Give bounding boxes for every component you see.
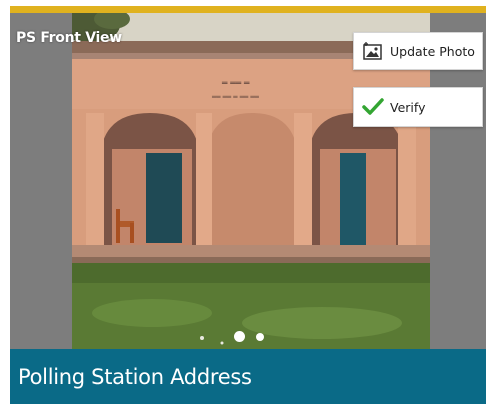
check-icon bbox=[362, 97, 384, 117]
svg-text:══ ══ ═ ══ ══: ══ ══ ═ ══ ══ bbox=[211, 93, 260, 101]
verify-button[interactable]: Verify bbox=[353, 87, 483, 127]
polling-station-card: ═ ══ ═ ══ ══ ═ ══ ══ PS Front View Updat… bbox=[10, 6, 486, 404]
accent-bar bbox=[10, 6, 486, 13]
photo-title: PS Front View bbox=[16, 30, 122, 46]
photo-carousel[interactable]: ═ ══ ═ ══ ══ ═ ══ ══ PS Front View Updat… bbox=[10, 13, 486, 349]
pager-dot[interactable] bbox=[256, 333, 264, 341]
update-photo-label: Update Photo bbox=[390, 43, 475, 59]
image-upload-icon bbox=[362, 41, 384, 61]
verify-label: Verify bbox=[390, 99, 426, 115]
address-section[interactable]: Polling Station Address bbox=[10, 349, 486, 404]
address-title: Polling Station Address bbox=[18, 364, 252, 389]
svg-text:═ ══ ═: ═ ══ ═ bbox=[221, 79, 250, 89]
carousel-pager bbox=[10, 331, 486, 343]
pager-dot-active[interactable] bbox=[234, 331, 245, 342]
update-photo-button[interactable]: Update Photo bbox=[353, 32, 483, 70]
